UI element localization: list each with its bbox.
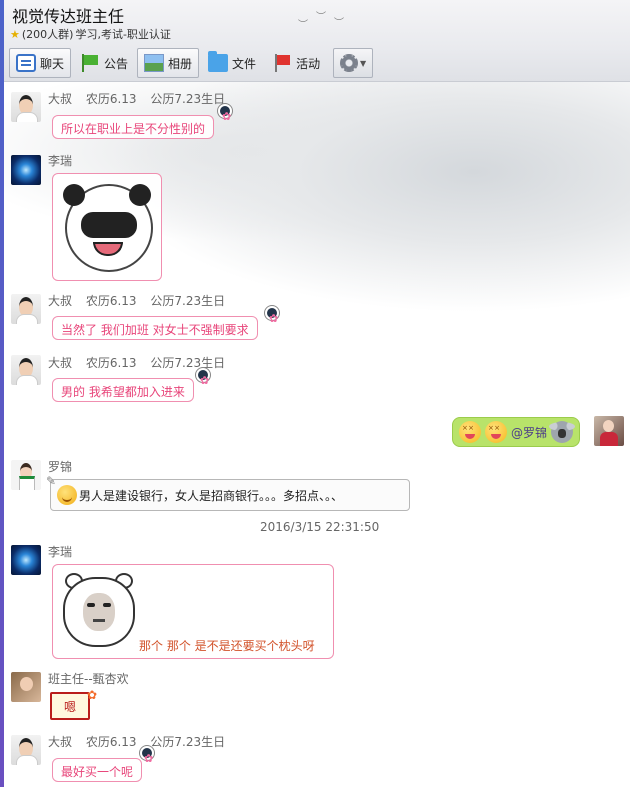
message-bubble[interactable]: 所以在职业上是不分性别的 (52, 115, 215, 139)
tongue-out-emoji-icon (485, 421, 507, 443)
tab-files[interactable]: 文件 (201, 48, 263, 78)
mention-text[interactable]: @罗锦 (511, 424, 547, 441)
message-text: 最好买一个呢 (61, 765, 134, 779)
panda-sticker-icon (57, 178, 161, 278)
message-bubble[interactable]: 当然了 我们加班 对女士不强制要求 (52, 316, 258, 340)
sticker-bubble[interactable]: 那个 那个 是不是还要买个枕头呀 (52, 564, 334, 659)
message-timestamp: 2016/3/15 22:31:50 (260, 520, 380, 534)
sender-line: 大叔 农历6.13 公历7.23生日 (48, 90, 235, 107)
sender-line: 李瑞 (48, 543, 82, 560)
tab-chat[interactable]: 聊天 (9, 48, 72, 78)
message-bubble[interactable]: 最好买一个呢 (52, 758, 143, 782)
avatar[interactable] (11, 155, 41, 185)
sender-tag-lunar: 农历6.13 (85, 735, 137, 749)
birds-decoration-icon: ︶ ︶ ︶ (298, 12, 344, 31)
sender-line: 罗锦 (48, 458, 82, 475)
tab-album[interactable]: 相册 (137, 48, 200, 78)
star-icon: ★ (10, 27, 20, 41)
group-subtitle: ★ (200人群) 学习,考试-职业认证 (10, 26, 171, 42)
sender-tag-lunar: 农历6.13 (85, 92, 137, 106)
smile-emoji-icon (57, 485, 77, 505)
settings-button[interactable]: ▼ (333, 48, 374, 78)
sticker-bubble[interactable] (52, 173, 162, 281)
tab-activity-label: 活动 (296, 56, 321, 71)
sender-name: 大叔 (48, 735, 73, 749)
sender-line: 大叔 农历6.13 公历7.23生日 (48, 292, 235, 309)
message-text: 所以在职业上是不分性别的 (61, 122, 206, 136)
avatar[interactable] (11, 92, 41, 122)
avatar[interactable] (11, 545, 41, 575)
paperclip-icon: ✎ (46, 474, 57, 488)
group-title: 视觉传达班主任 (12, 7, 125, 26)
avatar[interactable] (11, 735, 41, 765)
bear-face-sticker-icon (59, 571, 139, 651)
message-text: 当然了 我们加班 对女士不强制要求 (61, 323, 249, 337)
own-avatar[interactable] (594, 416, 624, 446)
group-category: 学习,考试-职业认证 (75, 28, 171, 41)
member-count: (200人群) (21, 28, 74, 41)
sender-name: 班主任--甄杏欢 (48, 672, 129, 686)
sender-name: 大叔 (48, 356, 73, 370)
message-text: 男人是建设银行，女人是招商银行。。。多招点、。、 (79, 488, 344, 503)
tongue-out-emoji-icon (459, 421, 481, 443)
avatar[interactable] (11, 460, 41, 490)
bubble-ribbon-icon (196, 368, 210, 387)
bubble-ribbon-icon (140, 746, 154, 765)
own-message-bubble[interactable]: @罗锦 (452, 417, 581, 447)
activity-flag-icon (272, 54, 292, 72)
chat-icon (16, 54, 36, 72)
avatar[interactable] (11, 294, 41, 324)
message-bubble[interactable]: 男人是建设银行，女人是招商银行。。。多招点、。、 (50, 479, 410, 511)
sender-tag-solar: 公历7.23生日 (150, 735, 226, 749)
chat-header: 视觉传达班主任 ★ (200人群) 学习,考试-职业认证 ︶ ︶ ︶ 聊天 公告… (4, 0, 630, 82)
sender-name: 李瑞 (48, 154, 73, 168)
photo-icon (144, 54, 165, 72)
avatar[interactable] (11, 355, 41, 385)
sender-name: 李瑞 (48, 545, 73, 559)
folder-icon (208, 51, 229, 72)
bubble-ribbon-icon (218, 104, 232, 123)
sender-tag-solar: 公历7.23生日 (150, 356, 226, 370)
sticker-caption: 那个 那个 是不是还要买个枕头呀 (139, 639, 315, 653)
gear-icon (340, 54, 358, 72)
sender-name: 大叔 (48, 92, 73, 106)
tab-album-label: 相册 (168, 56, 193, 71)
notice-flag-icon (80, 54, 100, 72)
sticker-en[interactable]: 嗯 (50, 688, 97, 720)
avatar[interactable] (11, 672, 41, 702)
bubble-ribbon-icon (265, 306, 279, 325)
message-bubble[interactable]: 男的 我希望都加入进来 (52, 378, 194, 402)
sender-tag-solar: 公历7.23生日 (150, 294, 226, 308)
message-text: 男的 我希望都加入进来 (61, 385, 185, 399)
sender-tag-solar: 公历7.23生日 (150, 92, 226, 106)
tab-chat-label: 聊天 (40, 56, 65, 71)
sender-name: 大叔 (48, 294, 73, 308)
sticker-text: 嗯 (63, 699, 76, 714)
koala-emoji-icon (549, 421, 576, 443)
tab-notice[interactable]: 公告 (73, 48, 135, 78)
chevron-down-icon: ▼ (360, 58, 367, 68)
sender-tag-lunar: 农历6.13 (85, 356, 137, 370)
sender-line: 班主任--甄杏欢 (48, 670, 139, 687)
toolbar: 聊天 公告 相册 文件 活动 ▼ (9, 47, 374, 79)
sender-name: 罗锦 (48, 460, 73, 474)
tab-notice-label: 公告 (104, 56, 129, 71)
sender-line: 李瑞 (48, 152, 82, 169)
sender-tag-lunar: 农历6.13 (85, 294, 137, 308)
tab-files-label: 文件 (232, 56, 257, 71)
tab-activity[interactable]: 活动 (265, 48, 327, 78)
